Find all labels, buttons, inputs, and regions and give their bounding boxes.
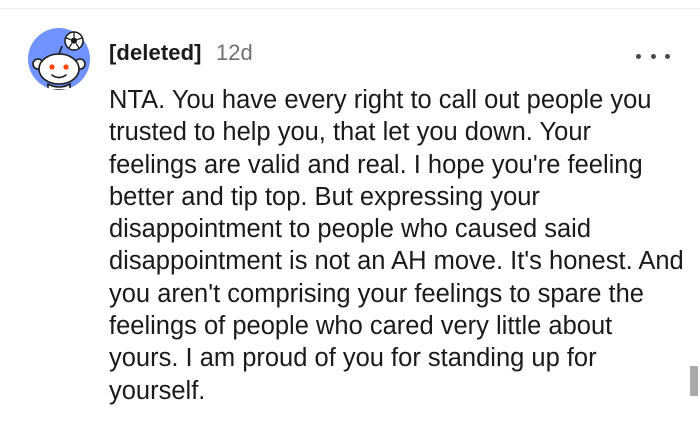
username[interactable]: [deleted] [109,40,202,66]
soccer-ball-icon [64,31,84,51]
comment: [deleted] 12d NTA. You have every right … [0,0,700,426]
more-horizontal-icon [650,53,656,59]
scrollbar-thumb[interactable] [690,366,698,396]
comment-body: NTA. You have every right to call out pe… [109,86,684,405]
timestamp: 12d [216,40,253,65]
more-horizontal-icon [665,53,670,59]
more-options-button[interactable] [636,46,670,66]
more-horizontal-icon [636,53,641,59]
